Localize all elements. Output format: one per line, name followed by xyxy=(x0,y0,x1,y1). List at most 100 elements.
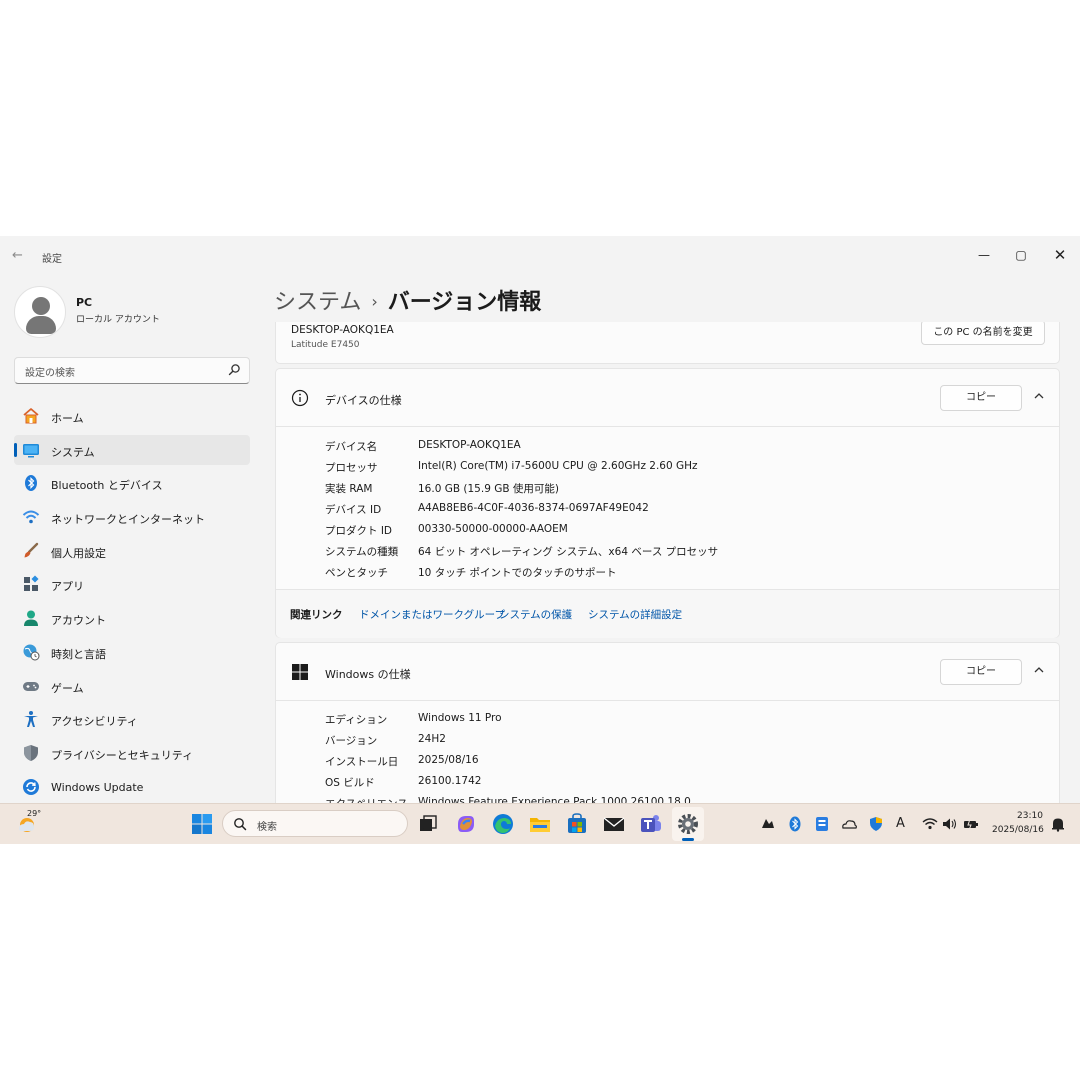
battery-icon[interactable] xyxy=(963,816,979,832)
security-shield-icon[interactable] xyxy=(868,816,884,832)
accessibility-icon xyxy=(24,711,38,728)
advanced-system-settings-link[interactable]: システムの詳細設定 xyxy=(588,607,682,622)
chevron-up-icon[interactable] xyxy=(1032,389,1046,403)
sidebar-item-label: ホーム xyxy=(51,412,84,425)
settings-gear-icon[interactable] xyxy=(676,812,700,836)
notification-icon[interactable] xyxy=(1050,816,1066,832)
sidebar-item-label: ゲーム xyxy=(51,681,84,695)
sidebar-item-privacy[interactable]: プライバシーとセキュリティ xyxy=(14,738,250,768)
spec-row-device-name: デバイス名 DESKTOP-AOKQ1EA xyxy=(325,439,1045,459)
minimize-button[interactable]: — xyxy=(969,242,999,268)
taskbar-search[interactable]: 検索 xyxy=(222,810,408,837)
avatar xyxy=(14,286,66,338)
store-icon[interactable] xyxy=(565,812,589,836)
spec-key: システムの種類 xyxy=(325,546,399,558)
sidebar-item-windows-update[interactable]: Windows Update xyxy=(14,772,250,802)
device-spec-card: デバイスの仕様 コピー デバイス名 DESKTOP-AOKQ1EA プロセッサ … xyxy=(275,368,1060,638)
sidebar-item-apps[interactable]: アプリ xyxy=(14,569,250,599)
app-title: 設定 xyxy=(42,254,62,265)
settings-screen: ← 設定 — ▢ ✕ PC ローカル アカウント 設定の検索 ホーム システム … xyxy=(0,236,1080,844)
sidebar-item-network[interactable]: ネットワークとインターネット xyxy=(14,502,250,532)
mail-icon[interactable] xyxy=(602,812,626,836)
info-icon xyxy=(291,389,309,407)
spec-value: Windows 11 Pro xyxy=(418,712,502,724)
sidebar-item-time-language[interactable]: 時刻と言語 xyxy=(14,637,250,667)
spec-value: 2025/08/16 xyxy=(418,754,479,766)
sidebar-item-bluetooth[interactable]: Bluetooth とデバイス xyxy=(14,468,250,498)
profile-account-type: ローカル アカウント xyxy=(76,315,160,325)
sidebar-item-personalization[interactable]: 個人用設定 xyxy=(14,536,250,566)
defender-icon[interactable] xyxy=(760,816,776,832)
spec-value: 16.0 GB (15.9 GB 使用可能) xyxy=(418,483,559,495)
breadcrumb-parent[interactable]: システム xyxy=(274,290,361,315)
spec-row-processor: プロセッサ Intel(R) Core(TM) i7-5600U CPU @ 2… xyxy=(325,460,1045,480)
chevron-up-icon[interactable] xyxy=(1032,663,1046,677)
wifi-tray-icon[interactable] xyxy=(922,816,938,832)
search-placeholder: 設定の検索 xyxy=(25,368,75,379)
taskbar: 29° 検索 A 23:10 2025/08/16 xyxy=(0,803,1080,844)
device-spec-header[interactable]: デバイスの仕様 コピー xyxy=(276,369,1059,427)
spec-key: プロダクト ID xyxy=(325,525,393,537)
device-spec-title: デバイスの仕様 xyxy=(325,394,402,407)
spec-row-os-build: OS ビルド 26100.1742 xyxy=(325,775,1045,795)
user-profile[interactable]: PC ローカル アカウント xyxy=(14,286,254,338)
task-view-icon[interactable] xyxy=(416,812,440,836)
bluetooth-icon xyxy=(25,475,37,492)
spec-value: 26100.1742 xyxy=(418,775,482,787)
home-icon xyxy=(23,408,39,424)
copy-device-spec-button[interactable]: コピー xyxy=(940,385,1022,411)
sidebar-item-accessibility[interactable]: アクセシビリティ xyxy=(14,704,250,734)
system-protection-link[interactable]: システムの保護 xyxy=(499,607,572,622)
file-explorer-icon[interactable] xyxy=(528,812,552,836)
edge-icon[interactable] xyxy=(491,812,515,836)
spec-key: プロセッサ xyxy=(325,462,378,474)
clock-time[interactable]: 23:10 xyxy=(1017,811,1043,821)
system-icon xyxy=(23,443,39,458)
sidebar-item-accounts[interactable]: アカウント xyxy=(14,603,250,633)
teams-icon[interactable] xyxy=(639,812,663,836)
apps-icon xyxy=(24,575,39,592)
spec-row-version: バージョン 24H2 xyxy=(325,733,1045,753)
main-content[interactable]: DESKTOP-AOKQ1EA Latitude E7450 この PC の名前… xyxy=(275,322,1061,806)
taskbar-search-text: 検索 xyxy=(257,822,277,833)
maximize-button[interactable]: ▢ xyxy=(1006,242,1036,268)
spec-row-product-id: プロダクト ID 00330-50000-00000-AAOEM xyxy=(325,523,1045,543)
page-title: バージョン情報 xyxy=(387,290,542,315)
network-adapter-icon[interactable] xyxy=(814,816,830,832)
onedrive-icon[interactable] xyxy=(841,816,857,832)
spec-row-install-date: インストール日 2025/08/16 xyxy=(325,754,1045,774)
bluetooth-tray-icon[interactable] xyxy=(787,816,803,832)
spec-row-edition: エディション Windows 11 Pro xyxy=(325,712,1045,732)
search-icon xyxy=(234,818,247,831)
spec-value: Intel(R) Core(TM) i7-5600U CPU @ 2.60GHz… xyxy=(418,460,698,472)
sidebar-item-label: アクセシビリティ xyxy=(51,715,138,729)
copy-windows-spec-button[interactable]: コピー xyxy=(940,659,1022,685)
sidebar-item-label: ネットワークとインターネット xyxy=(51,513,205,527)
back-button[interactable]: ← xyxy=(12,248,30,264)
spec-key: バージョン xyxy=(325,735,378,747)
sidebar-item-gaming[interactable]: ゲーム xyxy=(14,671,250,701)
domain-workgroup-link[interactable]: ドメインまたはワークグループ xyxy=(359,607,505,622)
active-app-indicator xyxy=(682,838,694,841)
breadcrumb: システム › バージョン情報 xyxy=(274,284,541,316)
sidebar-item-label: アカウント xyxy=(51,614,106,628)
close-button[interactable]: ✕ xyxy=(1045,242,1075,268)
spec-key: ペンとタッチ xyxy=(325,567,388,579)
spec-row-ram: 実装 RAM 16.0 GB (15.9 GB 使用可能) xyxy=(325,481,1045,501)
volume-icon[interactable] xyxy=(942,816,958,832)
ime-mode-indicator[interactable]: A xyxy=(896,816,912,832)
clock-date[interactable]: 2025/08/16 xyxy=(992,825,1044,835)
sidebar-item-label: 個人用設定 xyxy=(51,546,106,560)
search-input[interactable]: 設定の検索 xyxy=(14,357,250,384)
sidebar-item-system[interactable]: システム xyxy=(14,434,250,465)
sidebar-nav: ホーム システム Bluetooth とデバイス ネットワークとインターネット … xyxy=(14,401,250,805)
windows-spec-header[interactable]: Windows の仕様 コピー xyxy=(276,643,1059,701)
start-button[interactable] xyxy=(190,812,214,836)
search-icon xyxy=(228,364,240,376)
spec-row-device-id: デバイス ID A4AB8EB6-4C0F-4036-8374-0697AF49… xyxy=(325,502,1045,522)
brush-icon xyxy=(24,542,39,558)
copilot-icon[interactable] xyxy=(454,812,478,836)
sidebar-item-label: アプリ xyxy=(51,580,84,594)
rename-pc-button[interactable]: この PC の名前を変更 xyxy=(921,322,1045,345)
sidebar-item-home[interactable]: ホーム xyxy=(14,401,250,431)
